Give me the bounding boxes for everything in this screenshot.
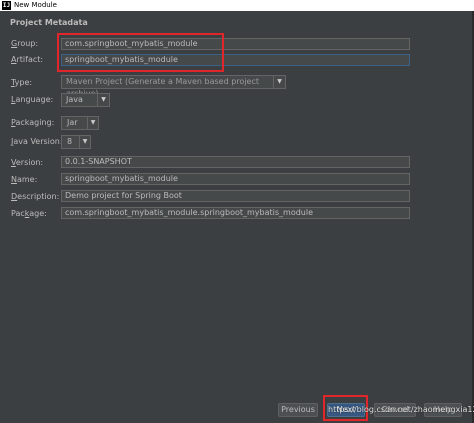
chevron-down-icon: ▼ [97, 94, 109, 106]
artifact-label: Artifact: [11, 55, 44, 64]
chevron-down-icon: ▼ [79, 136, 90, 148]
watermark: https://blog.csdn.net/zhaomengxia123 [328, 405, 474, 414]
package-field[interactable]: com.springboot_mybatis_module.springboot… [61, 207, 410, 219]
packaging-dropdown[interactable]: Jar ▼ [61, 116, 99, 130]
packaging-dropdown-value: Jar [67, 118, 78, 127]
language-label: Language: [11, 95, 54, 104]
java-version-dropdown[interactable]: 8 ▼ [61, 135, 91, 149]
group-artifact-highlight [57, 33, 224, 72]
version-label: Version: [11, 158, 44, 167]
java-version-dropdown-value: 8 [67, 137, 73, 146]
java-version-label: Java Version: [11, 137, 63, 146]
language-dropdown-value: Java [66, 95, 83, 104]
title-bar: IJ New Module [0, 0, 474, 11]
intellij-icon: IJ [2, 1, 11, 10]
name-label: Name: [11, 175, 38, 184]
description-field[interactable]: Demo project for Spring Boot [61, 190, 410, 202]
group-label: Group: [11, 39, 39, 48]
window-title: New Module [14, 1, 57, 9]
description-label: Description: [11, 192, 60, 201]
section-title: Project Metadata [10, 18, 88, 27]
package-label: Package: [11, 209, 47, 218]
name-field[interactable]: springboot_mybatis_module [61, 173, 410, 185]
chevron-down-icon: ▼ [273, 76, 285, 88]
packaging-label: Packaging: [11, 118, 55, 127]
type-dropdown[interactable]: Maven Project (Generate a Maven based pr… [61, 75, 286, 98]
previous-button[interactable]: Previous [278, 403, 318, 417]
type-label: Type: [11, 78, 33, 87]
version-field[interactable]: 0.0.1-SNAPSHOT [61, 156, 410, 168]
chevron-down-icon: ▼ [87, 117, 98, 129]
language-dropdown[interactable]: Java ▼ [61, 93, 110, 107]
